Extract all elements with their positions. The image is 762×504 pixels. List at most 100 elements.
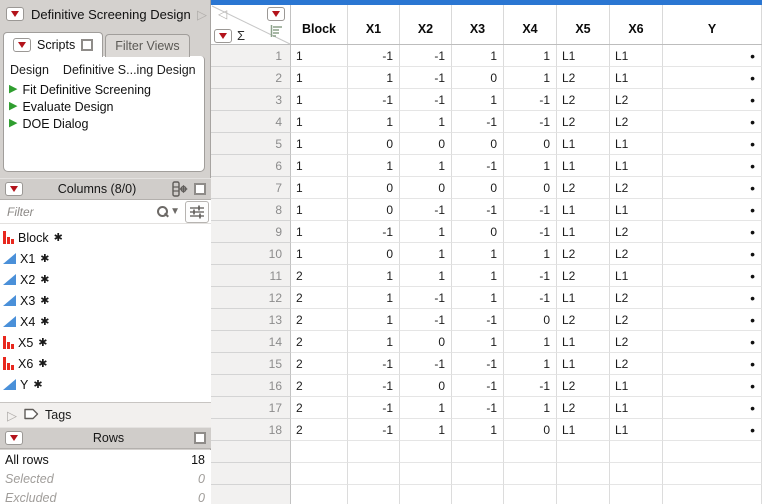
cell[interactable]: -1 (504, 265, 557, 287)
cell[interactable]: -1 (504, 111, 557, 133)
cell[interactable]: L1 (557, 353, 610, 375)
cell[interactable]: 1 (348, 309, 400, 331)
columns-filter-input[interactable] (0, 200, 156, 223)
cell[interactable]: 1 (504, 45, 557, 67)
cell[interactable]: L2 (557, 397, 610, 419)
cell[interactable]: 1 (348, 155, 400, 177)
cell[interactable]: L1 (557, 331, 610, 353)
cell[interactable]: 1 (452, 89, 504, 111)
summation-control[interactable]: Σ (214, 28, 245, 43)
row-number[interactable]: 12 (211, 287, 291, 309)
cell[interactable]: -1 (400, 287, 452, 309)
cell[interactable]: 1 (400, 265, 452, 287)
cell[interactable]: 1 (291, 155, 348, 177)
panel-square-icon[interactable] (81, 39, 94, 51)
cell[interactable]: • (663, 353, 762, 375)
cell[interactable]: L1 (557, 419, 610, 441)
empty-cell[interactable] (452, 441, 504, 463)
empty-cell[interactable] (504, 441, 557, 463)
cell[interactable]: 1 (452, 45, 504, 67)
cell[interactable]: L2 (557, 265, 610, 287)
column-list-item[interactable]: X2 ✱ (0, 269, 211, 290)
cell[interactable]: -1 (400, 67, 452, 89)
column-list-item[interactable]: X3 ✱ (0, 290, 211, 311)
cell[interactable]: • (663, 155, 762, 177)
row-number[interactable]: 11 (211, 265, 291, 287)
cell[interactable]: L2 (557, 177, 610, 199)
empty-cell[interactable] (610, 441, 663, 463)
row-number[interactable]: 6 (211, 155, 291, 177)
run-script-icon[interactable]: ▶ (9, 84, 17, 95)
empty-cell[interactable] (291, 485, 348, 504)
cell[interactable]: L2 (557, 89, 610, 111)
red-triangle-menu-icon[interactable] (5, 182, 23, 196)
row-number[interactable]: 15 (211, 353, 291, 375)
cell[interactable]: -1 (452, 111, 504, 133)
cell[interactable]: -1 (452, 397, 504, 419)
row-number[interactable]: 18 (211, 419, 291, 441)
empty-cell[interactable] (348, 485, 400, 504)
cell[interactable]: L1 (610, 67, 663, 89)
cell[interactable]: L2 (557, 111, 610, 133)
column-header-x3[interactable]: X3 (452, 5, 504, 44)
cell[interactable]: 2 (291, 309, 348, 331)
red-triangle-menu-icon[interactable] (13, 38, 31, 52)
cell[interactable]: L2 (610, 177, 663, 199)
cell[interactable]: L1 (610, 419, 663, 441)
cell[interactable]: 1 (291, 243, 348, 265)
cell[interactable]: 2 (291, 419, 348, 441)
tags-row[interactable]: ▷ Tags (0, 402, 211, 427)
empty-cell[interactable] (504, 485, 557, 504)
row-number[interactable]: 8 (211, 199, 291, 221)
cell[interactable]: L1 (610, 155, 663, 177)
cell[interactable]: • (663, 199, 762, 221)
run-script-icon[interactable]: ▶ (9, 118, 17, 129)
cell[interactable]: L1 (557, 287, 610, 309)
cell[interactable]: • (663, 133, 762, 155)
cell[interactable]: 1 (291, 67, 348, 89)
cell[interactable]: -1 (504, 375, 557, 397)
cell[interactable]: L2 (610, 243, 663, 265)
cell[interactable]: 1 (291, 45, 348, 67)
cell[interactable]: L1 (610, 199, 663, 221)
cell[interactable]: 0 (400, 375, 452, 397)
cell[interactable]: 1 (504, 243, 557, 265)
cell[interactable]: L2 (610, 221, 663, 243)
script-item[interactable]: ▶ Fit Definitive Screening (8, 81, 200, 98)
cell[interactable]: L2 (610, 331, 663, 353)
cell[interactable]: L2 (610, 89, 663, 111)
cell[interactable]: 0 (348, 199, 400, 221)
cell[interactable]: L1 (610, 397, 663, 419)
cell[interactable]: 1 (452, 243, 504, 265)
cell[interactable]: 0 (348, 243, 400, 265)
expand-right-icon[interactable]: ▷ (7, 409, 17, 422)
column-header-x4[interactable]: X4 (504, 5, 557, 44)
cell[interactable]: • (663, 45, 762, 67)
cell[interactable]: 1 (400, 111, 452, 133)
cell[interactable]: L1 (557, 221, 610, 243)
expand-right-icon[interactable]: ▷ (197, 8, 207, 21)
tab-filter-views[interactable]: Filter Views (105, 34, 190, 57)
empty-cell[interactable] (348, 463, 400, 485)
panel-square-icon[interactable] (194, 432, 206, 444)
script-item[interactable]: ▶ DOE Dialog (8, 115, 200, 132)
cell[interactable]: 1 (291, 89, 348, 111)
empty-cell[interactable] (610, 485, 663, 504)
column-list-item[interactable]: X1 ✱ (0, 248, 211, 269)
cell[interactable]: 1 (400, 221, 452, 243)
tab-scripts[interactable]: Scripts (3, 32, 104, 57)
cell[interactable]: -1 (400, 89, 452, 111)
cell[interactable]: L2 (557, 309, 610, 331)
cell[interactable]: -1 (452, 353, 504, 375)
cell[interactable]: 2 (291, 265, 348, 287)
cell[interactable]: L2 (610, 309, 663, 331)
cell[interactable]: L1 (557, 133, 610, 155)
cell[interactable]: -1 (348, 419, 400, 441)
cell[interactable]: 0 (504, 309, 557, 331)
column-header-x5[interactable]: X5 (557, 5, 610, 44)
cell[interactable]: 1 (348, 67, 400, 89)
cell[interactable]: 2 (291, 375, 348, 397)
cell[interactable]: 2 (291, 287, 348, 309)
run-script-icon[interactable]: ▶ (9, 101, 17, 112)
column-list-item[interactable]: X4 ✱ (0, 311, 211, 332)
